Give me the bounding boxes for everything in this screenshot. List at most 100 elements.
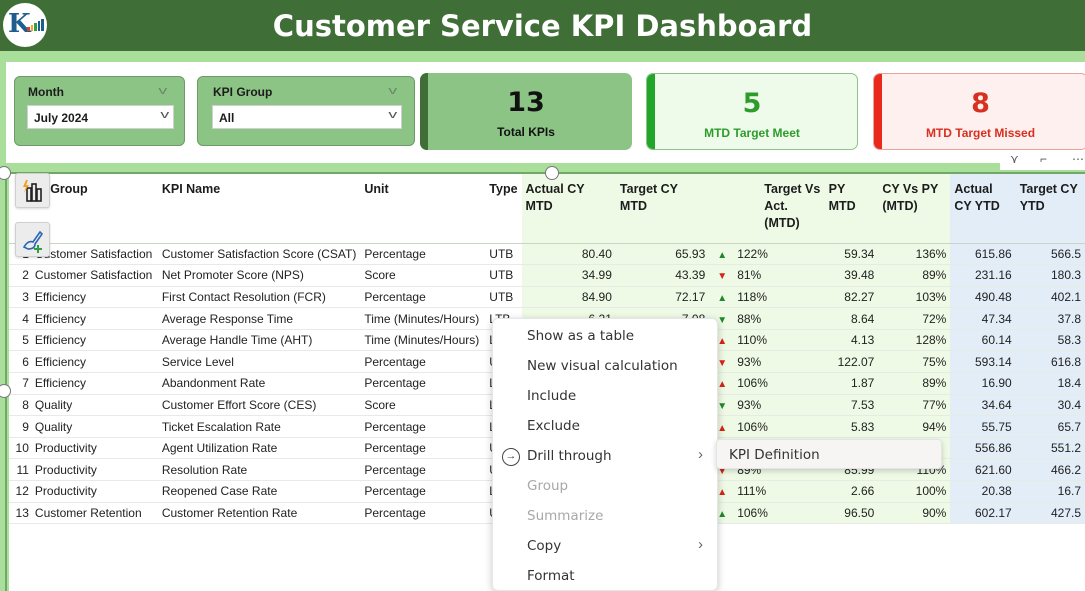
menu-item-new-visual-calculation[interactable]: New visual calculation [493, 351, 719, 381]
mtd-target-missed-card[interactable]: 8 MTD Target Missed [873, 73, 1085, 150]
chevron-down-icon[interactable]: v [160, 109, 169, 121]
actual-cy-ytd-cell[interactable]: 34.64 [950, 394, 1016, 417]
py-mtd-cell[interactable]: 5.83 [824, 415, 879, 438]
kpi-name-cell[interactable]: Reopened Case Rate [157, 480, 361, 503]
py-mtd-cell[interactable]: 4.13 [824, 329, 879, 352]
resize-handle[interactable] [545, 166, 559, 180]
target-cy-ytd-cell[interactable]: 180.3 [1015, 264, 1085, 287]
month-dropdown[interactable]: July 2024 v [27, 105, 174, 129]
py-mtd-cell[interactable]: 82.27 [824, 286, 879, 309]
py-mtd-cell[interactable]: 8.64 [824, 307, 879, 330]
chevron-down-icon[interactable]: v [158, 85, 167, 97]
target-vs-act-cell[interactable]: 88% [733, 307, 825, 330]
target-cy-ytd-cell[interactable]: 566.5 [1015, 243, 1085, 266]
actual-cy-ytd-cell[interactable]: 593.14 [950, 350, 1016, 374]
unit-cell[interactable]: Percentage [360, 415, 486, 438]
kpi-name-cell[interactable]: Agent Utilization Rate [157, 437, 361, 460]
unit-cell[interactable]: Score [360, 264, 486, 287]
actual-cy-mtd-cell[interactable]: 84.90 [521, 286, 616, 309]
column-header-cy-vs-py[interactable]: CY Vs PY (MTD) [878, 173, 951, 244]
target-cy-ytd-cell[interactable]: 58.3 [1015, 329, 1085, 352]
target-cy-ytd-cell[interactable]: 37.8 [1015, 307, 1085, 330]
menu-item-drill-through[interactable]: → Drill through › [493, 441, 719, 471]
target-vs-act-cell[interactable]: 110% [733, 329, 825, 352]
table-row[interactable]: 1Customer SatisfactionCustomer Satisfact… [9, 243, 1085, 266]
column-header-unit[interactable]: Unit [360, 173, 486, 244]
target-vs-act-cell[interactable]: 93% [733, 350, 825, 374]
filter-icon[interactable]: ⋎ [1010, 152, 1019, 166]
kpi-group-cell[interactable]: Efficiency [30, 307, 158, 330]
unit-cell[interactable]: Percentage [360, 286, 486, 309]
kpi-name-cell[interactable]: Net Promoter Score (NPS) [157, 264, 361, 287]
focus-mode-icon[interactable]: ⌐ [1040, 152, 1047, 166]
target-vs-act-cell[interactable]: 106% [733, 372, 825, 395]
cy-vs-py-cell[interactable]: 100% [878, 480, 951, 503]
table-row[interactable]: 2 Customer Satisfaction Net Promoter Score… [9, 264, 1085, 287]
kpi-name-cell[interactable]: Customer Satisfaction Score (CSAT) [157, 243, 361, 266]
row-index[interactable]: 2 [9, 264, 31, 287]
column-header-kpi-name[interactable]: KPI Name [157, 173, 361, 244]
kpi-group-cell[interactable]: Quality [30, 415, 158, 438]
actual-cy-mtd-cell[interactable]: 80.40 [521, 243, 616, 266]
target-vs-act-cell[interactable]: 111% [733, 480, 825, 503]
actual-cy-ytd-cell[interactable]: 16.90 [950, 372, 1016, 395]
column-header-actual-cy-mtd[interactable]: Actual CY MTD [521, 173, 616, 244]
kpi-group-cell[interactable]: Customer Retention [30, 502, 158, 525]
table-row[interactable]: 3 Efficiency First Contact Resolution (FCR… [9, 286, 1085, 309]
unit-cell[interactable]: Percentage [360, 480, 486, 503]
cy-vs-py-cell[interactable]: 136% [878, 243, 951, 266]
kpi-group-slicer[interactable]: KPI Group v All v [197, 76, 415, 146]
month-slicer[interactable]: Month v July 2024 v [14, 76, 185, 146]
target-cy-ytd-cell[interactable]: 551.2 [1015, 437, 1085, 460]
column-header-py-mtd[interactable]: PY MTD [824, 173, 879, 244]
kpi-group-cell[interactable]: Efficiency [30, 372, 158, 395]
cy-vs-py-cell[interactable]: 77% [878, 394, 951, 417]
py-mtd-cell[interactable]: 122.07 [824, 350, 879, 374]
actual-cy-ytd-cell[interactable]: 556.86 [950, 437, 1016, 460]
target-cy-ytd-cell[interactable]: 466.2 [1015, 458, 1085, 482]
type-cell[interactable]: UTB [485, 286, 522, 309]
mtd-target-meet-card[interactable]: 5 MTD Target Meet [646, 73, 858, 150]
actual-cy-ytd-cell[interactable]: 602.17 [950, 502, 1016, 525]
unit-cell[interactable]: Percentage [360, 372, 486, 395]
actual-cy-mtd-cell[interactable]: 34.99 [521, 264, 616, 287]
cy-vs-py-cell[interactable]: 128% [878, 329, 951, 352]
kpi-name-cell[interactable]: Service Level [157, 350, 361, 374]
target-vs-act-cell[interactable]: 106% [733, 502, 825, 525]
cy-vs-py-cell[interactable]: 89% [878, 372, 951, 395]
column-header-target-vs-act[interactable]: Target Vs Act. (MTD) [760, 173, 825, 244]
actual-cy-ytd-cell[interactable]: 490.48 [950, 286, 1016, 309]
cy-vs-py-cell[interactable]: 94% [878, 415, 951, 438]
type-cell[interactable]: UTB [485, 264, 522, 287]
kpi-name-cell[interactable]: Ticket Escalation Rate [157, 415, 361, 438]
kpi-group-cell[interactable]: Efficiency [30, 329, 158, 352]
py-mtd-cell[interactable]: 2.66 [824, 480, 879, 503]
row-index[interactable]: 7 [9, 372, 31, 395]
row-index[interactable]: 11 [9, 458, 31, 482]
kpi-name-cell[interactable]: Abandonment Rate [157, 372, 361, 395]
unit-cell[interactable]: Percentage [360, 243, 486, 266]
target-cy-mtd-cell[interactable]: 65.93 [615, 243, 710, 266]
actual-cy-ytd-cell[interactable]: 231.16 [950, 264, 1016, 287]
menu-item-show-as-a-table[interactable]: Show as a table [493, 321, 719, 351]
column-header-type[interactable]: Type [485, 173, 522, 244]
row-index[interactable]: 3 [9, 286, 31, 309]
quick-insights-button[interactable] [15, 173, 50, 208]
target-cy-ytd-cell[interactable]: 402.1 [1015, 286, 1085, 309]
menu-item-exclude[interactable]: Exclude [493, 411, 719, 441]
format-painter-button[interactable] [15, 222, 50, 257]
row-index[interactable]: 13 [9, 502, 31, 525]
row-index[interactable]: 10 [9, 437, 31, 460]
menu-item-include[interactable]: Include [493, 381, 719, 411]
row-index[interactable]: 5 [9, 329, 31, 352]
kpi-group-cell[interactable]: Productivity [30, 458, 158, 482]
kpi-name-cell[interactable]: Average Response Time [157, 307, 361, 330]
column-header-target-cy-ytd[interactable]: Target CY YTD [1015, 173, 1085, 244]
actual-cy-ytd-cell[interactable]: 621.60 [950, 458, 1016, 482]
menu-item-format[interactable]: Format [493, 561, 719, 591]
target-cy-ytd-cell[interactable]: 616.8 [1015, 350, 1085, 374]
kpi-group-cell[interactable]: Quality [30, 394, 158, 417]
status-arrow-cell[interactable]: ▼ [709, 264, 734, 287]
unit-cell[interactable]: Percentage [360, 437, 486, 460]
kpi-group-cell[interactable]: Efficiency [30, 286, 158, 309]
